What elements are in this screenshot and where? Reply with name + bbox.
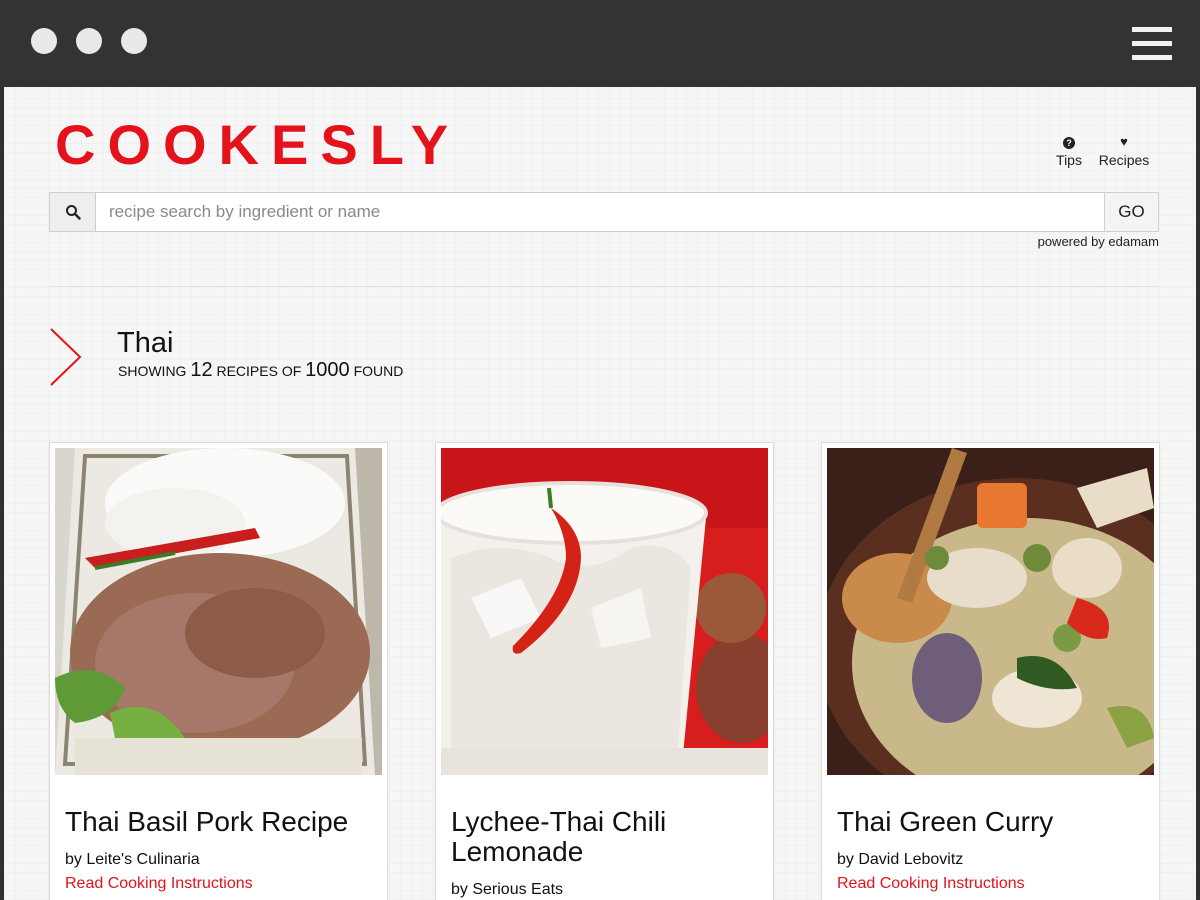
card-title[interactable]: Thai Green Curry bbox=[837, 807, 1142, 837]
card-source: by Serious Eats bbox=[451, 881, 564, 898]
recipe-card[interactable]: Thai Green Curry by David Lebovitz Read … bbox=[821, 442, 1160, 900]
heart-icon: ♥ bbox=[1120, 134, 1128, 149]
recipes-label: Recipes bbox=[1098, 152, 1150, 168]
total-count: 1000 bbox=[305, 359, 350, 381]
read-instructions-link[interactable]: Read Cooking Instructions bbox=[65, 875, 253, 893]
results-count: SHOWING 12 RECIPES OF 1000 FOUND bbox=[118, 359, 403, 382]
search-input[interactable] bbox=[96, 193, 1104, 231]
window-dot-icon[interactable] bbox=[76, 28, 102, 54]
divider bbox=[49, 286, 1159, 287]
chevron-right-icon bbox=[48, 327, 84, 391]
tips-link[interactable]: ? Tips bbox=[1054, 135, 1084, 168]
window-chrome-bar bbox=[0, 0, 1200, 87]
lemonade-photo[interactable] bbox=[441, 448, 768, 775]
search-bar: GO bbox=[49, 192, 1159, 232]
page-content: COOKESLY ? Tips ♥ Recipes GO powered by … bbox=[4, 87, 1196, 900]
found-word: FOUND bbox=[353, 363, 404, 379]
hamburger-menu-icon[interactable] bbox=[1132, 25, 1172, 61]
powered-by-text: powered by edamam bbox=[1037, 234, 1159, 249]
tips-label: Tips bbox=[1056, 152, 1082, 168]
recipes-link[interactable]: ♥ Recipes bbox=[1097, 134, 1151, 169]
recipe-card[interactable]: Thai Basil Pork Recipe by Leite's Culina… bbox=[49, 442, 388, 900]
green-curry-photo[interactable] bbox=[827, 448, 1154, 775]
basil-pork-photo[interactable] bbox=[55, 448, 382, 775]
window-dot-icon[interactable] bbox=[31, 28, 57, 54]
question-circle-icon: ? bbox=[1054, 135, 1084, 149]
card-title[interactable]: Thai Basil Pork Recipe bbox=[65, 807, 370, 837]
go-button[interactable]: GO bbox=[1104, 193, 1158, 231]
recipe-card[interactable]: Lychee-Thai Chili Lemonade by Serious Ea… bbox=[435, 442, 774, 900]
card-source: by David Lebovitz bbox=[837, 851, 964, 868]
site-logo[interactable]: COOKESLY bbox=[55, 117, 460, 173]
shown-count: 12 bbox=[190, 359, 213, 381]
search-icon[interactable] bbox=[50, 193, 96, 231]
card-source: by Leite's Culinaria bbox=[65, 851, 200, 868]
results-title: Thai bbox=[117, 327, 174, 359]
hamburger-line bbox=[1132, 41, 1172, 46]
read-instructions-link[interactable]: Read Cooking Instructions bbox=[837, 875, 1025, 893]
showing-word: SHOWING bbox=[118, 363, 187, 379]
card-title[interactable]: Lychee-Thai Chili Lemonade bbox=[451, 807, 756, 867]
hamburger-line bbox=[1132, 55, 1172, 60]
hamburger-line bbox=[1132, 27, 1172, 32]
window-dot-icon[interactable] bbox=[121, 28, 147, 54]
recipes-of-word: RECIPES OF bbox=[216, 363, 302, 379]
